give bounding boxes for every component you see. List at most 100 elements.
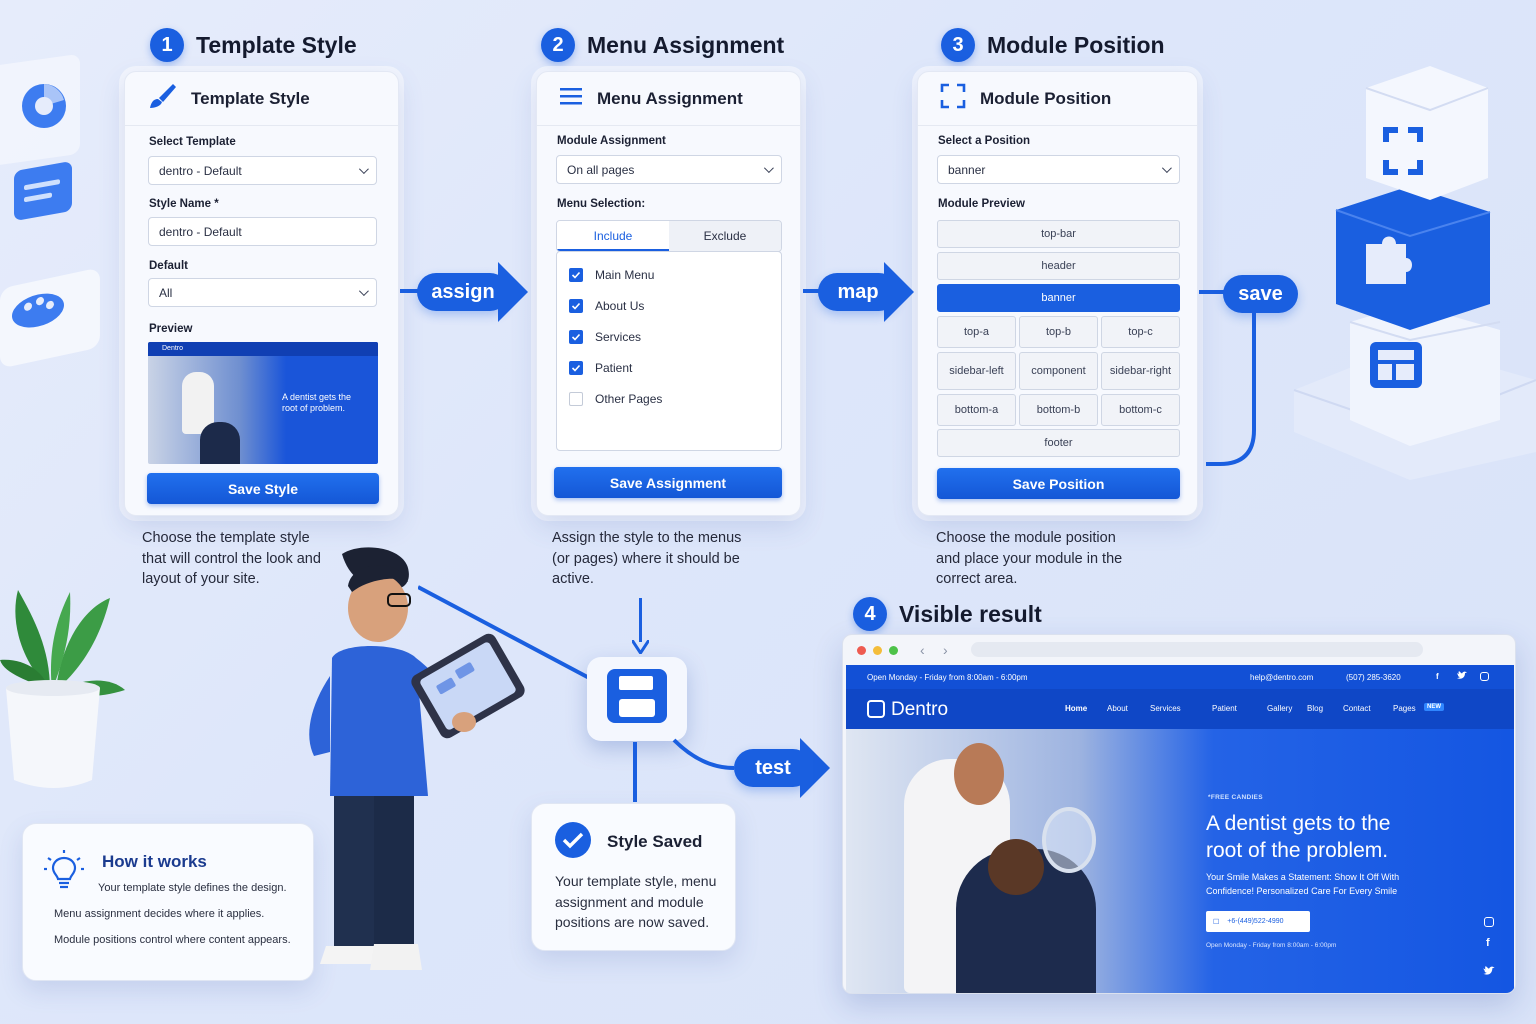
position-top-bar[interactable]: top-bar: [937, 220, 1180, 248]
select-value: banner: [948, 162, 986, 177]
module-assignment-dropdown[interactable]: On all pages: [556, 155, 782, 184]
template-style-panel: Template Style Select Template dentro - …: [124, 71, 399, 516]
assign-connector: assign: [417, 273, 509, 311]
tab-exclude[interactable]: Exclude: [669, 221, 781, 251]
connector-line-saved-card: [633, 742, 637, 802]
hero-twitter-icon[interactable]: [1483, 963, 1495, 981]
checkbox-unchecked[interactable]: [569, 392, 583, 406]
step-number: 1: [150, 28, 184, 62]
position-sidebar-left[interactable]: sidebar-left: [937, 352, 1016, 390]
save-position-button[interactable]: Save Position: [937, 468, 1180, 499]
forward-arrow-icon[interactable]: ›: [943, 642, 948, 658]
step-2-heading: 2 Menu Assignment: [541, 28, 784, 62]
nav-contact[interactable]: Contact: [1343, 704, 1371, 713]
menu-item-about-us[interactable]: About Us: [569, 299, 644, 313]
tab-include[interactable]: Include: [557, 221, 669, 251]
address-bar[interactable]: [971, 642, 1423, 657]
topbar-phone[interactable]: (507) 285-3620: [1346, 673, 1401, 682]
step-1-heading: 1 Template Style: [150, 28, 357, 62]
position-bottom-b[interactable]: bottom-b: [1019, 394, 1098, 426]
plant-illustration: [0, 580, 130, 800]
instagram-icon[interactable]: [1480, 672, 1489, 681]
position-header[interactable]: header: [937, 252, 1180, 280]
panel-header: Menu Assignment: [537, 72, 800, 126]
nav-pages[interactable]: Pages: [1393, 704, 1416, 713]
nav-new-badge: NEW: [1424, 703, 1444, 711]
menu-assignment-panel: Menu Assignment Module Assignment On all…: [536, 71, 801, 516]
menu-item-other-pages[interactable]: Other Pages: [569, 392, 662, 406]
module-assignment-label: Module Assignment: [557, 135, 666, 147]
select-template-dropdown[interactable]: dentro - Default: [148, 156, 377, 185]
close-dot-icon[interactable]: [857, 646, 866, 655]
position-component[interactable]: component: [1019, 352, 1098, 390]
save-style-button[interactable]: Save Style: [147, 473, 379, 504]
nav-home[interactable]: Home: [1065, 704, 1087, 713]
select-position-label: Select a Position: [938, 135, 1031, 147]
step-title: Template Style: [196, 31, 357, 58]
floppy-slot: [619, 699, 655, 717]
person-with-tablet-illustration: [290, 546, 530, 996]
style-saved-card: Style Saved Your template style, menu as…: [531, 803, 736, 951]
position-sidebar-right[interactable]: sidebar-right: [1101, 352, 1180, 390]
position-bottom-c[interactable]: bottom-c: [1101, 394, 1180, 426]
checkbox-checked[interactable]: [569, 299, 583, 313]
hero-instagram-icon[interactable]: [1484, 917, 1494, 927]
default-label: Default: [149, 260, 188, 272]
checkbox-checked[interactable]: [569, 361, 583, 375]
connector-curve-save: [1206, 300, 1256, 466]
nav-patient[interactable]: Patient: [1212, 704, 1237, 713]
checkmark-circle-icon: [554, 821, 592, 864]
hero-title-line1: A dentist gets to the: [1206, 812, 1391, 835]
save-assignment-button[interactable]: Save Assignment: [554, 467, 782, 498]
nav-gallery[interactable]: Gallery: [1267, 704, 1292, 713]
nav-blog[interactable]: Blog: [1307, 704, 1323, 713]
hero-subtitle-line1: Your Smile Makes a Statement: Show It Of…: [1206, 872, 1400, 882]
menu-item-patient[interactable]: Patient: [569, 361, 632, 375]
topbar-hours: Open Monday - Friday from 8:00am - 6:00p…: [867, 673, 1028, 682]
hero-facebook-icon[interactable]: f: [1486, 937, 1490, 949]
maximize-dot-icon[interactable]: [889, 646, 898, 655]
position-top-b[interactable]: top-b: [1019, 316, 1098, 348]
twitter-icon[interactable]: [1457, 671, 1467, 682]
menu-selection-label: Menu Selection:: [557, 198, 646, 210]
position-top-a[interactable]: top-a: [937, 316, 1016, 348]
hero-hours: Open Monday - Friday from 8:00am - 6:00p…: [1206, 942, 1337, 949]
hero-phone-button[interactable]: ☐ +6-(449)522-4990: [1206, 911, 1310, 932]
position-bottom-a[interactable]: bottom-a: [937, 394, 1016, 426]
thumb-brand: Dentro: [162, 345, 184, 352]
back-arrow-icon[interactable]: ‹: [920, 642, 925, 658]
chevron-down-icon: [358, 286, 369, 297]
how-it-works-card: How it works Your template style defines…: [22, 823, 314, 981]
chevron-down-icon: [358, 164, 369, 175]
panel-title: Template Style: [191, 88, 310, 108]
menu-item-services[interactable]: Services: [569, 330, 641, 344]
select-template-label: Select Template: [149, 136, 236, 148]
checkbox-checked[interactable]: [569, 330, 583, 344]
frame-corners-icon: [940, 83, 966, 114]
chevron-down-icon: [763, 163, 774, 174]
facebook-icon[interactable]: f: [1436, 672, 1439, 681]
lightbulb-icon: [43, 848, 85, 897]
menu-item-label: Main Menu: [595, 268, 655, 282]
minimize-dot-icon[interactable]: [873, 646, 882, 655]
position-banner[interactable]: banner: [937, 284, 1180, 312]
arrow-right-icon: [498, 262, 530, 327]
save-connector: save: [1223, 275, 1298, 313]
style-name-input[interactable]: dentro - Default: [148, 217, 377, 246]
position-top-c[interactable]: top-c: [1101, 316, 1180, 348]
nav-services[interactable]: Services: [1150, 704, 1181, 713]
position-footer[interactable]: footer: [937, 429, 1180, 457]
site-brand[interactable]: Dentro: [891, 699, 948, 721]
step-number: 4: [853, 597, 887, 631]
nav-about[interactable]: About: [1107, 704, 1128, 713]
site-topbar: Open Monday - Friday from 8:00am - 6:00p…: [846, 665, 1514, 689]
hero-subtitle-line2: Confidence! Personalized Care For Every …: [1206, 886, 1398, 896]
select-position-dropdown[interactable]: banner: [937, 155, 1180, 184]
document-icon: [14, 160, 72, 222]
panel-header: Module Position: [918, 72, 1197, 126]
topbar-email[interactable]: help@dentro.com: [1250, 673, 1313, 682]
style-saved-text: Your template style, menu assignment and…: [555, 873, 717, 930]
menu-item-main-menu[interactable]: Main Menu: [569, 268, 654, 282]
checkbox-checked[interactable]: [569, 268, 583, 282]
default-dropdown[interactable]: All: [148, 278, 377, 307]
